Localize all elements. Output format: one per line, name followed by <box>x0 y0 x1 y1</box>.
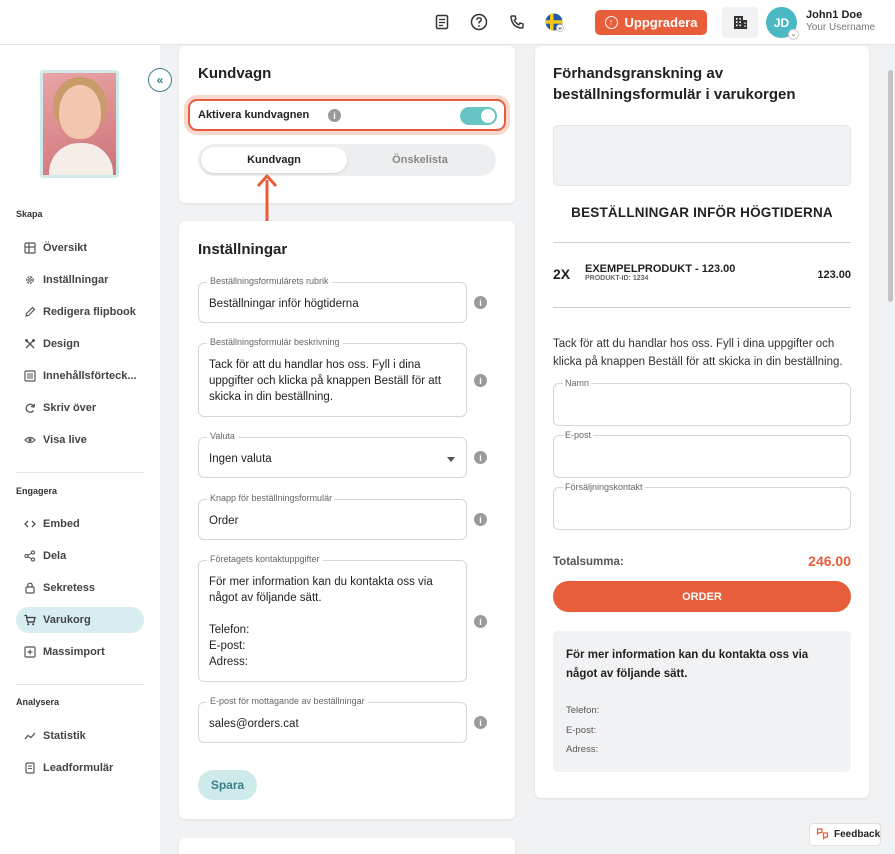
activate-cart-label: Aktivera kundvagnen <box>198 109 310 121</box>
flipbook-cover-thumbnail[interactable] <box>40 70 119 178</box>
sidebar-item-dela[interactable]: Dela <box>16 543 144 569</box>
lock-icon <box>24 582 36 594</box>
user-username: Your Username <box>806 22 876 33</box>
tab-onskelista[interactable]: Önskelista <box>347 147 493 173</box>
chevron-down-icon: ⌄ <box>788 29 799 40</box>
user-menu[interactable]: JD ⌄ John1 Doe Your Username <box>722 7 892 40</box>
share-icon <box>24 550 36 562</box>
preview-form-heading: BESTÄLLNINGAR INFÖR HÖGTIDERNA <box>571 205 833 220</box>
sidebar-item-sekretess[interactable]: Sekretess <box>16 575 144 601</box>
sidebar-item-redigera-flipbook[interactable]: Redigera flipbook <box>16 299 144 325</box>
sales-contact-field[interactable]: Försäljningskontakt <box>553 482 851 530</box>
contact-email: E-post: <box>566 725 597 736</box>
company-contact-field[interactable]: Företagets kontaktuppgifter För mer info… <box>198 554 467 682</box>
settings-title: Inställningar <box>198 241 288 258</box>
section-title-engagera: Engagera <box>16 486 58 496</box>
name-field[interactable]: Namn <box>553 378 851 426</box>
cart-card-title: Kundvagn <box>198 65 272 82</box>
import-icon <box>24 646 36 658</box>
eye-icon <box>24 434 36 446</box>
divider <box>553 307 851 308</box>
order-email-field[interactable]: E-post för mottagande av beställningar s… <box>198 696 467 743</box>
order-button-text-field[interactable]: Knapp för beställningsformulär Order <box>198 493 467 540</box>
form-heading-field[interactable]: Beställningsformulärets rubrik Beställni… <box>198 276 467 323</box>
tab-kundvagn[interactable]: Kundvagn <box>201 147 347 173</box>
sidebar-item-oversikt[interactable]: Översikt <box>16 235 144 261</box>
contact-info-box: För mer information kan du kontakta oss … <box>553 631 851 772</box>
sidebar-item-leadformular[interactable]: Leadformulär <box>16 755 144 781</box>
activate-cart-row: Aktivera kundvagnen i <box>188 99 506 131</box>
info-icon[interactable]: i <box>474 716 487 729</box>
user-name: John1 Doe <box>806 9 863 21</box>
info-icon[interactable]: i <box>328 109 341 122</box>
phone-icon[interactable] <box>507 12 527 32</box>
sidebar-item-embed[interactable]: Embed <box>16 511 144 537</box>
upgrade-button[interactable]: ↑ Uppgradera <box>595 10 707 35</box>
cart-icon <box>24 614 36 626</box>
sidebar: Skapa Översikt Inställningar Redigera fl… <box>0 45 160 854</box>
section-title-skapa: Skapa <box>16 209 43 219</box>
sidebar-item-innehallsforteckning[interactable]: Innehållsförteck... <box>16 363 144 389</box>
arrow-up-icon: ↑ <box>604 16 618 29</box>
activate-cart-toggle[interactable] <box>460 107 497 125</box>
chevron-down-icon <box>447 457 455 462</box>
item-id: PRODUKT-ID: 1234 <box>585 275 649 282</box>
top-bar: ↑ Uppgradera JD ⌄ John1 Doe Your Usernam… <box>0 0 895 45</box>
feedback-icon <box>816 827 829 843</box>
sidebar-item-design[interactable]: Design <box>16 331 144 357</box>
contact-phone: Telefon: <box>566 705 600 716</box>
sidebar-divider <box>16 472 144 473</box>
sidebar-divider <box>16 684 144 685</box>
order-button[interactable]: ORDER <box>553 581 851 612</box>
scrollbar[interactable] <box>888 70 893 302</box>
feedback-button[interactable]: Feedback <box>809 823 881 846</box>
help-icon[interactable] <box>469 12 489 32</box>
sidebar-item-installningar[interactable]: Inställningar <box>16 267 144 293</box>
layout-icon <box>24 242 36 254</box>
divider <box>553 242 851 243</box>
info-icon[interactable]: i <box>474 615 487 628</box>
next-card <box>179 838 515 854</box>
building-icon[interactable] <box>722 7 758 38</box>
preview-description: Tack för att du handlar hos oss. Fyll i … <box>553 338 843 368</box>
contact-info-title: För mer information kan du kontakta oss … <box>566 649 809 680</box>
info-icon[interactable]: i <box>474 296 487 309</box>
section-title-analysera: Analysera <box>16 697 60 707</box>
sidebar-item-skriv-over[interactable]: Skriv över <box>16 395 144 421</box>
currency-select[interactable]: Valuta Ingen valuta <box>198 431 467 478</box>
total-value: 246.00 <box>808 553 851 569</box>
item-name: EXEMPELPRODUKT - 123.00 <box>585 263 736 275</box>
swedish-flag-icon[interactable] <box>544 12 564 32</box>
list-icon <box>24 370 36 382</box>
info-icon[interactable]: i <box>474 374 487 387</box>
gear-icon <box>24 274 36 286</box>
info-icon[interactable]: i <box>474 451 487 464</box>
total-label: Totalsumma: <box>553 556 624 568</box>
sidebar-item-varukorg[interactable]: Varukorg <box>16 607 144 633</box>
form-description-field[interactable]: Beställningsformulär beskrivning Tack fö… <box>198 337 467 417</box>
email-field[interactable]: E-post <box>553 430 851 478</box>
refresh-icon <box>24 402 36 414</box>
preview-banner <box>553 125 851 186</box>
form-icon <box>24 762 36 774</box>
design-tools-icon <box>24 338 36 350</box>
contact-address: Adress: <box>566 744 599 755</box>
item-price: 123.00 <box>817 269 851 281</box>
item-quantity: 2X <box>553 266 571 282</box>
code-icon <box>24 518 36 530</box>
preview-title: Förhandsgranskning av beställningsformul… <box>553 65 796 103</box>
info-icon[interactable]: i <box>474 513 487 526</box>
sidebar-item-massimport[interactable]: Massimport <box>16 639 144 665</box>
sidebar-item-statistik[interactable]: Statistik <box>16 723 144 749</box>
sidebar-item-visa-live[interactable]: Visa live <box>16 427 144 453</box>
save-button[interactable]: Spara <box>198 770 257 800</box>
trend-icon <box>24 730 36 742</box>
collapse-sidebar-button[interactable]: « <box>148 68 172 92</box>
pencil-icon <box>24 306 36 318</box>
cart-mode-tabs: Kundvagn Önskelista <box>198 144 496 176</box>
document-icon[interactable] <box>432 12 452 32</box>
